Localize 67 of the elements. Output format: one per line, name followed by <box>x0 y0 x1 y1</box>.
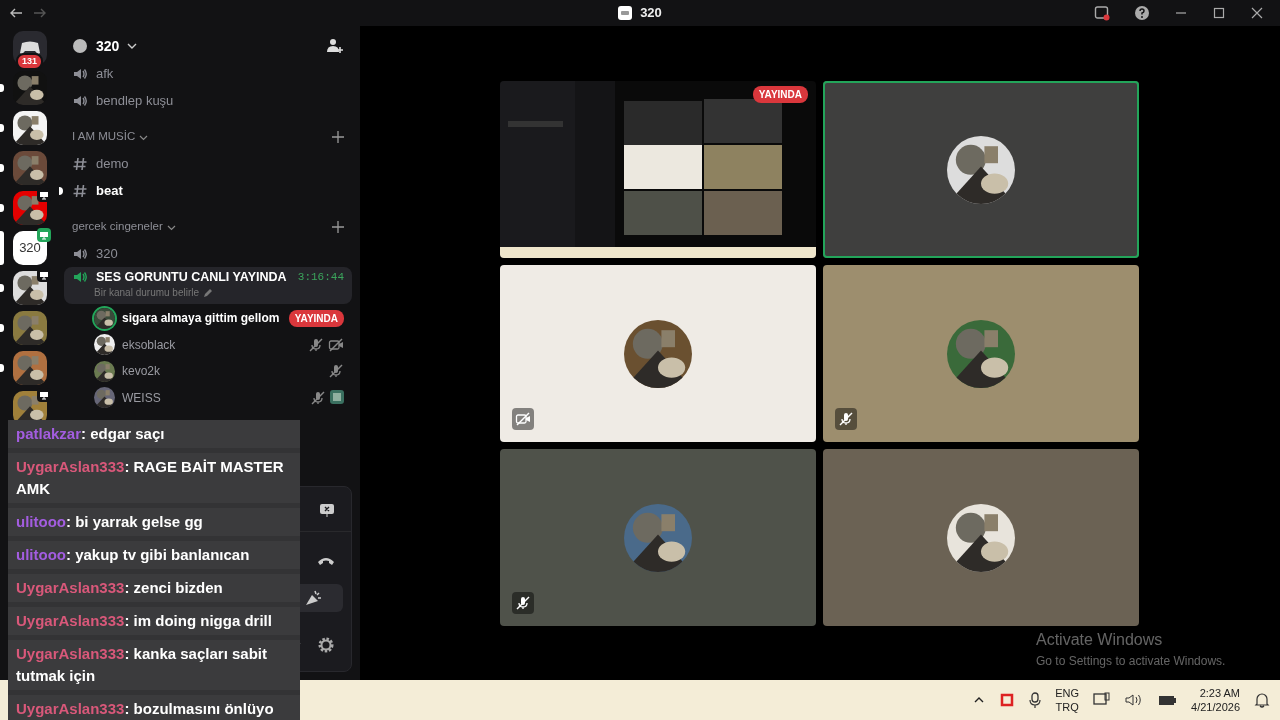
chat-message: patlakzar: edgar saçı <box>16 425 165 442</box>
voice-channel-item[interactable]: 320 <box>96 243 118 264</box>
stop-stream-button[interactable] <box>319 502 335 518</box>
monitor-x-icon <box>319 502 335 518</box>
category-header[interactable]: I AM MUSİC <box>72 128 136 146</box>
add-member-icon[interactable] <box>326 38 344 54</box>
participant-tile[interactable] <box>823 449 1139 626</box>
server-name-dropdown[interactable]: 320 <box>96 35 120 57</box>
participant-tile[interactable] <box>500 265 816 442</box>
activation-title: Activate Windows <box>1036 630 1164 650</box>
tray-app-icon[interactable] <box>999 692 1016 708</box>
member-name[interactable]: WEISS <box>122 388 161 407</box>
window-title: 320 <box>640 4 662 23</box>
stream-tile[interactable]: YAYINDA <box>500 81 816 258</box>
participant-tile[interactable] <box>823 81 1139 258</box>
language-indicator[interactable]: ENG <box>1055 686 1080 700</box>
keyboard-layout[interactable]: TRQ <box>1055 700 1080 714</box>
server-badge-icon <box>72 38 88 54</box>
member-name[interactable]: eksoblack <box>122 335 176 354</box>
server-logo-icon <box>618 6 633 20</box>
notification-bell-icon[interactable] <box>1254 692 1270 708</box>
chat-message: UygarAslan333: im doing nigga drill <box>16 612 272 629</box>
voice-channel-item[interactable]: SES GORUNTU CANLI YAYINDA 3:16:44 Bir kanal durumu belirle <box>64 267 352 304</box>
channel-name: SES GORUNTU CANLI YAYINDA <box>96 269 287 285</box>
pencil-icon[interactable] <box>203 288 214 298</box>
microphone-icon[interactable] <box>1029 692 1042 708</box>
plus-icon[interactable] <box>332 221 344 233</box>
maximize-icon[interactable] <box>1212 6 1226 20</box>
text-channel-item[interactable]: demo <box>96 153 129 174</box>
server-icon[interactable]: 320 <box>13 231 47 265</box>
participant-tile[interactable] <box>823 265 1139 442</box>
clock-date[interactable]: 4/21/2026 <box>1191 700 1240 714</box>
chat-message: UygarAslan333: RAGE BAİT MASTER AMK <box>16 458 284 497</box>
member-name[interactable]: sigara almaya gittim gellom <box>122 309 280 328</box>
plus-icon[interactable] <box>332 131 344 143</box>
soundboard-icon <box>303 589 323 607</box>
chat-message: UygarAslan333: bozulmasını önlüyo <box>16 700 274 717</box>
close-icon[interactable] <box>1250 6 1264 20</box>
hash-icon <box>72 155 88 172</box>
network-icon[interactable] <box>1093 692 1112 708</box>
text-channel-item[interactable]: beat <box>96 180 123 201</box>
call-timer: 3:16:44 <box>297 270 344 285</box>
help-icon[interactable] <box>1134 5 1150 21</box>
chat-message: UygarAslan333: zenci bizden <box>16 579 223 596</box>
clock-time[interactable]: 2:23 AM <box>1191 686 1240 700</box>
hash-icon <box>72 182 88 199</box>
chevron-down-icon <box>127 41 138 51</box>
controller-icon <box>19 40 41 56</box>
live-badge: YAYINDA <box>752 86 808 103</box>
battery-icon[interactable] <box>1157 693 1178 707</box>
speaker-icon <box>72 269 88 285</box>
activation-text: Go to Settings to activate Windows. <box>1036 653 1226 670</box>
category-header[interactable]: gercek cingeneler <box>72 218 163 236</box>
chat-message: UygarAslan333: kanka saçları sabit tutmak için <box>16 645 267 684</box>
unread-count-badge: 131 <box>16 52 44 70</box>
settings-icon <box>317 636 335 654</box>
chat-message: ulitooo: yakup tv gibi banlanıcan <box>16 546 250 563</box>
member-name[interactable]: kevo2k <box>122 362 161 381</box>
chat-message: ulitooo: bi yarrak gelse gg <box>16 513 203 530</box>
voice-channel-item[interactable]: bendlep kuşu <box>96 90 174 111</box>
channel-status: Bir kanal durumu belirle <box>94 286 200 300</box>
live-badge: YAYINDA <box>288 309 344 327</box>
voice-channel-item[interactable]: afk <box>96 63 114 84</box>
settings-button[interactable] <box>317 636 335 654</box>
volume-icon[interactable] <box>1125 692 1144 708</box>
inbox-icon[interactable] <box>1094 5 1110 21</box>
participant-tile[interactable] <box>500 449 816 626</box>
